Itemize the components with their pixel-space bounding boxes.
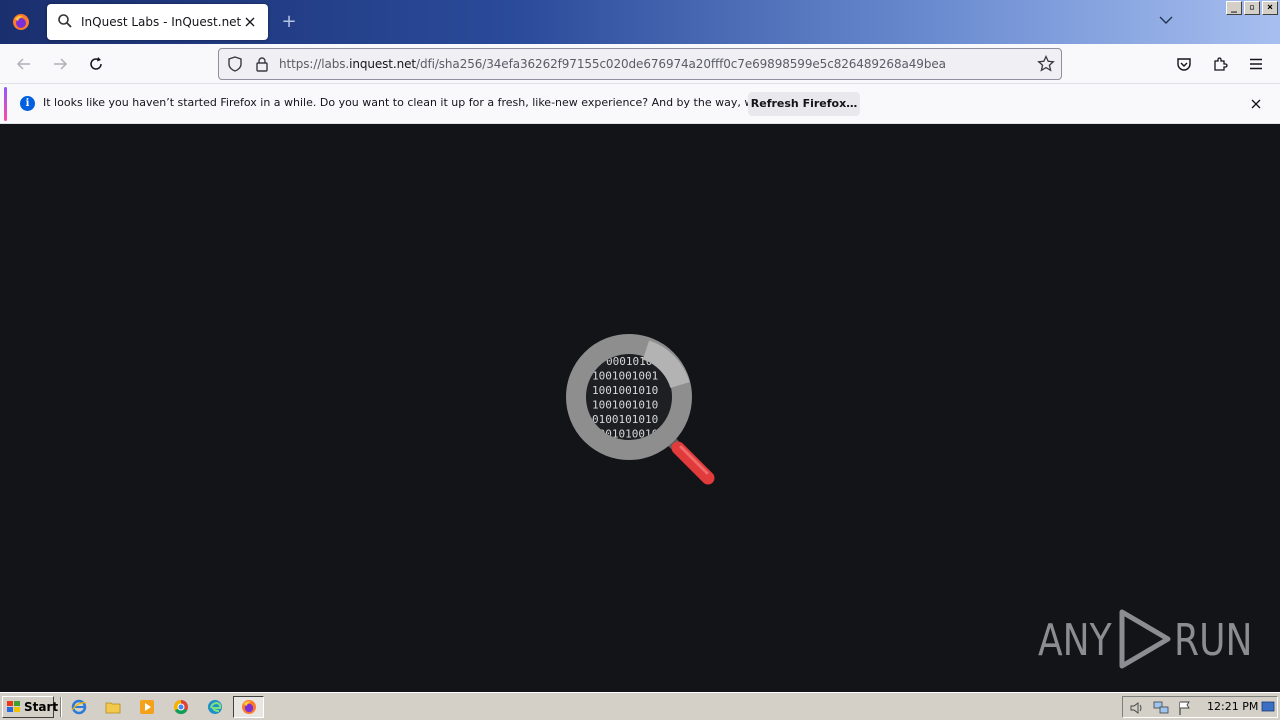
bookmark-star-icon[interactable] bbox=[1037, 54, 1055, 76]
binary-row: 1001001010 bbox=[592, 384, 658, 397]
start-button[interactable]: Start bbox=[2, 696, 58, 718]
url-text[interactable]: https://labs.inquest.net/dfi/sha256/34ef… bbox=[279, 57, 946, 71]
hamburger-menu-icon[interactable] bbox=[1244, 52, 1268, 76]
anyrun-watermark: ANY RUN bbox=[1038, 608, 1270, 672]
info-icon: i bbox=[20, 96, 35, 111]
watermark-any: ANY bbox=[1038, 614, 1112, 666]
magnifier-binary-loader-icon: 0001010010 1001001001 1001001010 1001001010… bbox=[560, 330, 720, 490]
refresh-firefox-button[interactable]: Refresh Firefox… bbox=[748, 92, 860, 116]
system-tray: 12:21 PM bbox=[1122, 696, 1278, 718]
system-clock: 12:21 PM bbox=[1207, 700, 1259, 713]
chrome-icon[interactable] bbox=[172, 698, 190, 716]
browser-tab-strip: InQuest Labs - InQuest.net + _ ▫ × bbox=[0, 0, 1280, 44]
reload-icon[interactable] bbox=[84, 52, 108, 76]
tracking-protection-shield-icon[interactable] bbox=[227, 56, 243, 75]
tab-inquest-labs[interactable]: InQuest Labs - InQuest.net bbox=[47, 4, 268, 40]
lock-icon[interactable] bbox=[255, 56, 269, 75]
binary-row: 0100101010 bbox=[592, 413, 658, 426]
windows-taskbar: Start 12:21 PM bbox=[0, 692, 1280, 720]
refresh-firefox-notification: i It looks like you haven’t started Fire… bbox=[0, 84, 1280, 124]
pocket-icon[interactable] bbox=[1172, 52, 1196, 76]
address-bar[interactable]: https://labs.inquest.net/dfi/sha256/34ef… bbox=[218, 48, 1062, 80]
window-controls: _ ▫ × bbox=[1226, 1, 1278, 15]
volume-icon[interactable] bbox=[1129, 700, 1145, 716]
minimize-button[interactable]: _ bbox=[1226, 1, 1242, 15]
binary-row: 1001001001 bbox=[592, 370, 658, 383]
watermark-play-icon bbox=[1116, 608, 1174, 673]
internet-explorer-icon[interactable] bbox=[70, 698, 88, 716]
close-window-button[interactable]: × bbox=[1262, 1, 1278, 15]
action-center-flag-icon[interactable] bbox=[1177, 700, 1193, 716]
search-icon bbox=[57, 13, 73, 32]
firefox-icon[interactable] bbox=[0, 0, 42, 44]
notification-close-icon[interactable] bbox=[1248, 96, 1264, 112]
tab-title: InQuest Labs - InQuest.net bbox=[81, 15, 242, 29]
restore-button[interactable]: ▫ bbox=[1244, 1, 1260, 15]
taskbar-separator bbox=[60, 697, 62, 717]
firefox-taskbar-icon[interactable] bbox=[240, 698, 258, 716]
new-tab-plus-icon[interactable]: + bbox=[280, 13, 298, 31]
windows-flag-icon bbox=[6, 700, 22, 714]
binary-row: 1001001010 bbox=[592, 399, 658, 412]
extensions-puzzle-icon[interactable] bbox=[1208, 52, 1232, 76]
back-arrow-icon[interactable] bbox=[12, 52, 36, 76]
file-explorer-folder-icon[interactable] bbox=[104, 698, 122, 716]
list-all-tabs-chevron-icon[interactable] bbox=[1158, 14, 1176, 30]
watermark-run: RUN bbox=[1173, 614, 1253, 666]
notification-message: It looks like you haven’t started Firefo… bbox=[43, 96, 828, 109]
edge-icon[interactable] bbox=[206, 698, 224, 716]
start-label: Start bbox=[24, 700, 59, 714]
network-icon[interactable] bbox=[1153, 700, 1169, 716]
page-content: 0001010010 1001001001 1001001010 1001001010… bbox=[0, 125, 1280, 691]
media-player-icon[interactable] bbox=[138, 698, 156, 716]
navigation-toolbar: https://labs.inquest.net/dfi/sha256/34ef… bbox=[0, 44, 1280, 84]
show-desktop-icon[interactable] bbox=[1261, 700, 1277, 716]
notification-accent-bar bbox=[4, 87, 7, 121]
forward-arrow-icon[interactable] bbox=[48, 52, 72, 76]
tab-close-icon[interactable] bbox=[242, 14, 258, 30]
